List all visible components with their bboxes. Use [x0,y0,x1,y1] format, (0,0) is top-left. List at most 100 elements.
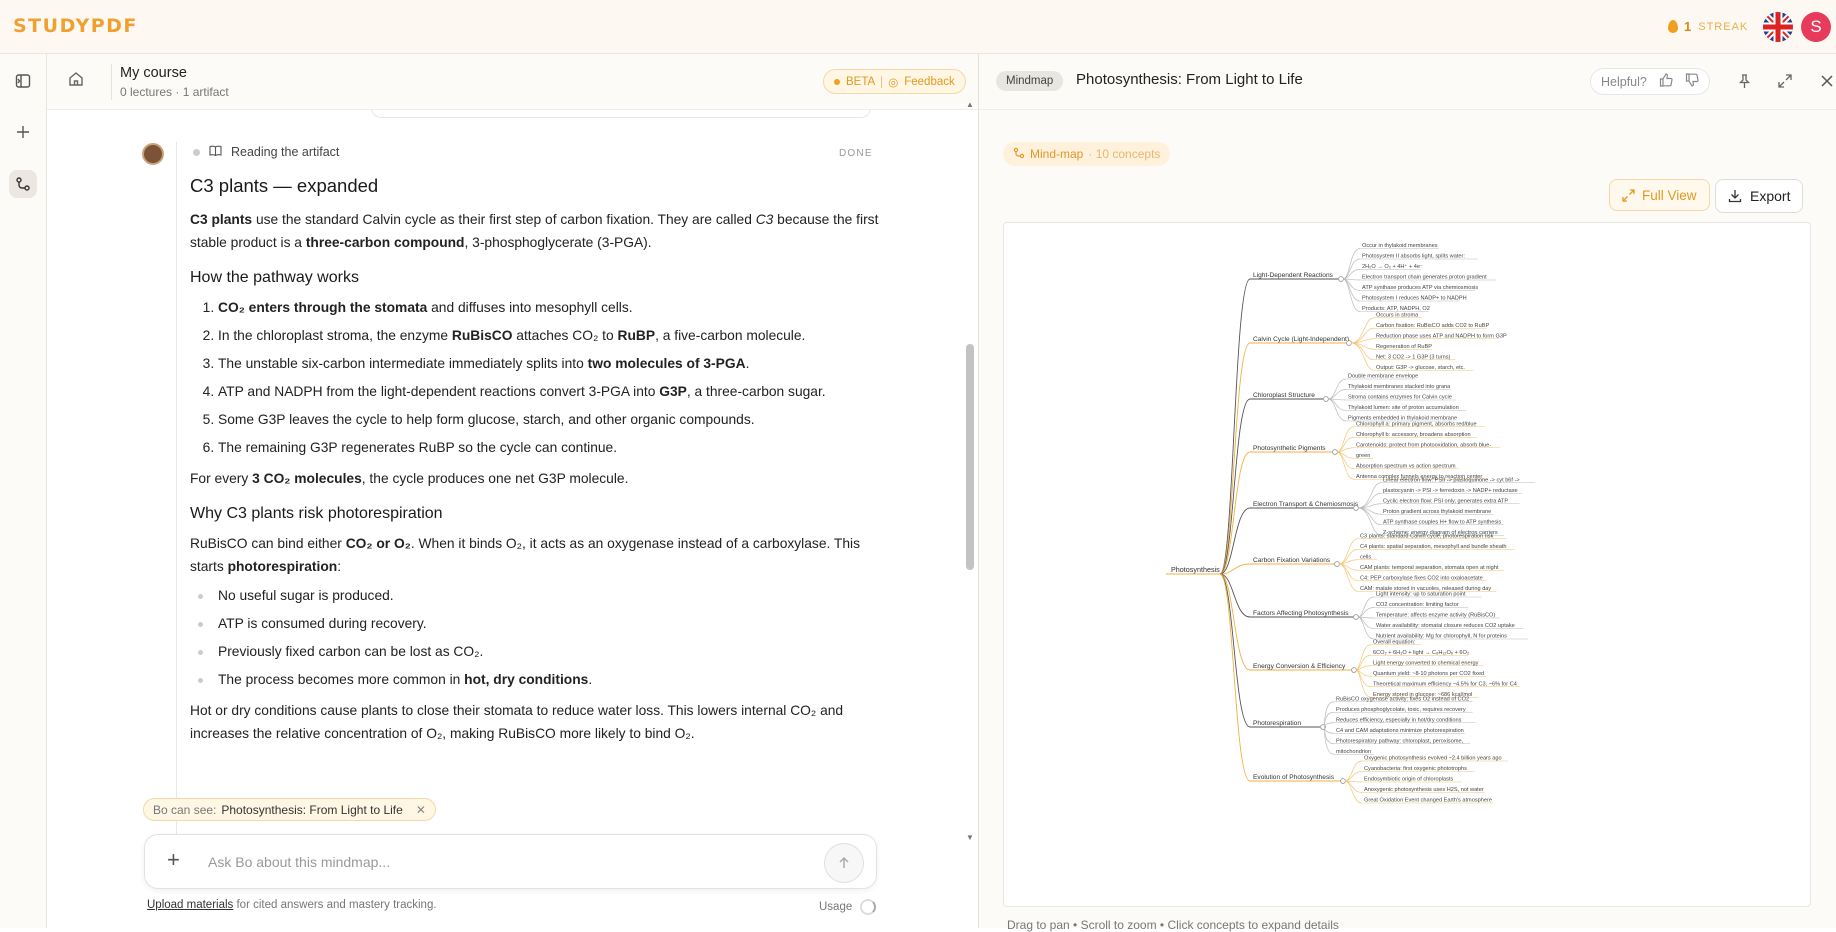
leaf-label[interactable]: Theoretical maximum efficiency ~4.5% for… [1373,681,1517,687]
leaf-label[interactable]: C4 and CAM adaptations minimize photores… [1336,728,1464,734]
leaf-label[interactable]: cells [1360,554,1371,560]
mindmap-root[interactable]: Photosynthesis [1171,565,1220,574]
upload-materials-link[interactable]: Upload materials [147,899,233,911]
leaf-label[interactable]: C3 plants: standard Calvin cycle, photor… [1360,533,1494,539]
leaf-label[interactable]: C4: PEP carboxylase fixes CO2 into oxalo… [1360,575,1483,581]
branch-label[interactable]: Photosynthetic Pigments [1253,445,1326,452]
mindmap-nav-icon[interactable] [9,170,37,198]
leaf-label[interactable]: ATP synthase couples H+ flow to ATP synt… [1383,519,1501,525]
leaf-label[interactable]: CO2 concentration: limiting factor [1376,602,1459,608]
expand-icon[interactable] [1775,71,1795,91]
leaf-label[interactable]: Water availability: stomatal closure red… [1376,623,1515,629]
branch-label[interactable]: Energy Conversion & Efficiency [1253,663,1346,670]
leaf-label[interactable]: Thylakoid lumen: site of proton accumula… [1348,405,1459,411]
leaf-label[interactable]: ATP synthase produces ATP via chemiosmos… [1362,285,1478,291]
leaf-label[interactable]: Quantum yield: ~8-10 photons per CO2 fix… [1373,671,1484,677]
leaf-label[interactable]: Oxygenic photosynthesis evolved ~2.4 bil… [1364,756,1502,762]
leaf-label[interactable]: Temperature: affects enzyme activity (Ru… [1376,613,1495,619]
mindmap-svg[interactable]: Photosynthesis Light-Dependent Reactions O… [1004,223,1811,907]
branch-label[interactable]: Chloroplast Structure [1253,392,1315,399]
export-button[interactable]: Export [1715,179,1804,213]
full-view-button[interactable]: Full View [1609,179,1710,211]
leaf-label[interactable]: Net: 3 CO2 -> 1 G3P (3 turns) [1376,354,1450,360]
scroll-up-icon[interactable]: ▲ [966,100,974,109]
leaf-label[interactable]: RuBisCO oxygenase activity: fixes O2 ins… [1336,696,1469,702]
leaf-label[interactable]: Thylakoid membranes stacked into grana [1348,384,1451,390]
close-panel-icon[interactable] [1817,71,1836,91]
chat-input[interactable]: Ask Bo about this mindmap... [208,854,390,870]
leaf-label[interactable]: Double membrane envelope [1348,374,1418,380]
branch-node-dot[interactable] [1353,614,1359,620]
usage-indicator[interactable]: Usage [819,899,877,915]
pin-icon[interactable] [1734,71,1754,91]
scrollbar-thumb[interactable] [966,344,974,570]
leaf-label[interactable]: Photosystem I reduces NADP+ to NADPH [1362,296,1467,302]
toggle-sidebar-icon[interactable] [9,67,37,95]
branch-label[interactable]: Photorespiration [1253,720,1301,727]
leaf-label[interactable]: Light intensity: up to saturation point [1376,592,1466,598]
leaf-label[interactable]: Cyclic electron flow: PSI only, generate… [1383,498,1508,504]
branch-node-dot[interactable] [1334,561,1340,567]
branch-label[interactable]: Evolution of Photosynthesis [1253,774,1335,781]
branch-node-dot[interactable] [1340,778,1346,784]
tool-status[interactable]: Reading the artifact [193,145,339,159]
leaf-label[interactable]: Proton gradient across thylakoid membran… [1383,509,1491,515]
leaf-label[interactable]: Carbon fixation: RuBisCO adds CO2 to RuB… [1376,323,1489,329]
leaf-label[interactable]: mitochondrion [1336,749,1371,755]
leaf-label[interactable]: Chlorophyll b: accessory, broadens absor… [1356,432,1471,438]
branch-node-dot[interactable] [1351,667,1357,673]
plus-icon[interactable] [9,118,37,146]
leaf-label[interactable]: Regeneration of RuBP [1376,344,1432,350]
chat-input-box[interactable]: + Ask Bo about this mindmap... [144,834,877,889]
thumbs-down-icon[interactable] [1685,73,1699,90]
leaf-label[interactable]: Carotenoids: protect from photooxidation… [1356,442,1491,448]
close-icon[interactable]: ✕ [416,803,426,817]
chat-scrollbar[interactable]: ▲ ▼ [965,100,975,845]
branch-label[interactable]: Electron Transport & Chemiosmosis [1253,501,1359,508]
leaf-label[interactable]: Reduction phase uses ATP and NADPH to fo… [1376,333,1507,339]
leaf-label[interactable]: Photosystem II absorbs light, splits wat… [1362,254,1465,260]
leaf-label[interactable]: Occur in thylakoid membranes [1362,243,1438,249]
leaf-label[interactable]: Endosymbiotic origin of chloroplasts [1364,777,1453,783]
leaf-label[interactable]: 2H₂O → O₂ + 4H⁺ + 4e⁻ [1362,263,1423,270]
leaf-label[interactable]: Occurs in stroma [1376,312,1419,318]
leaf-label[interactable]: plastocyanin -> PSI -> ferredoxin -> NAD… [1383,488,1518,494]
send-button[interactable] [824,843,864,883]
branch-label[interactable]: Factors Affecting Photosynthesis [1253,610,1349,617]
uk-flag-icon[interactable] [1763,12,1793,42]
mindmap-canvas[interactable]: Photosynthesis Light-Dependent Reactions O… [1003,222,1811,907]
leaf-label[interactable]: 6CO₂ + 6H₂O + light → C₆H₁₂O₆ + 6O₂ [1373,650,1469,656]
streak-indicator[interactable]: 1 STREAK [1668,19,1748,34]
app-logo[interactable]: STUDYPDF [13,15,138,37]
home-icon[interactable] [67,70,91,94]
branch-node-dot[interactable] [1332,449,1338,455]
leaf-label[interactable]: CAM plants: temporal separation, stomata… [1360,565,1499,571]
branch-label[interactable]: Light-Dependent Reactions [1253,272,1334,279]
leaf-label[interactable]: C4 plants: spatial separation, mesophyll… [1360,544,1506,550]
branch-label[interactable]: Calvin Cycle (Light-Independent) [1253,336,1349,343]
leaf-label[interactable]: Electron transport chain generates proto… [1362,275,1487,281]
beta-feedback-pill[interactable]: BETA ◎ Feedback [823,69,966,94]
leaf-label[interactable]: Produces phosphoglycolate, toxic, requir… [1336,707,1466,713]
branch-node-dot[interactable] [1346,340,1352,346]
branch-node-dot[interactable] [1323,396,1329,402]
leaf-label[interactable]: Cyanobacteria: first oxygenic phototroph… [1364,766,1467,772]
leaf-label[interactable]: Chlorophyll a: primary pigment, absorbs … [1356,421,1477,427]
leaf-label[interactable]: Output: G3P -> glucose, starch, etc. [1376,365,1465,371]
branch-label[interactable]: Carbon Fixation Variations [1253,557,1331,564]
leaf-label[interactable]: Absorption spectrum vs action spectrum [1356,463,1456,469]
leaf-label[interactable]: Stroma contains enzymes for Calvin cycle [1348,395,1452,401]
leaf-label[interactable]: green [1356,453,1370,459]
attach-plus-icon[interactable]: + [167,847,180,873]
leaf-label[interactable]: Light energy converted to chemical energ… [1373,660,1479,666]
leaf-label[interactable]: Great Oxidation Event changed Earth's at… [1364,798,1492,804]
user-avatar[interactable]: S [1801,12,1831,42]
chat-scroll-area[interactable]: Reading the artifact DONE C3 plants — ex… [47,110,978,848]
scroll-down-icon[interactable]: ▼ [966,833,974,842]
branch-node-dot[interactable] [1353,505,1359,511]
leaf-label[interactable]: Linear electron flow: PSII -> plastoquin… [1383,477,1520,483]
leaf-label[interactable]: Anoxygenic photosynthesis uses H2S, not … [1364,787,1484,793]
thumbs-up-icon[interactable] [1659,73,1673,90]
branch-node-dot[interactable] [1338,276,1344,282]
leaf-label[interactable]: Products: ATP, NADPH, O2 [1362,306,1430,312]
